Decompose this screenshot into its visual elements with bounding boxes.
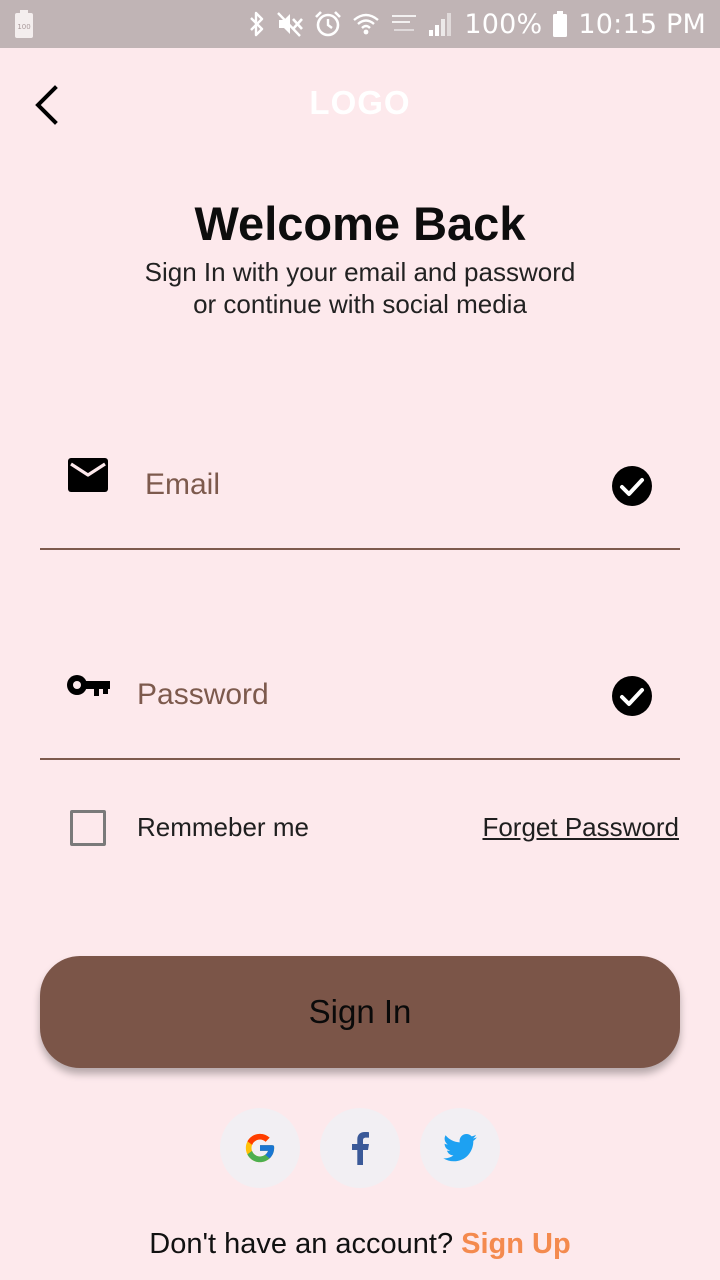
alarm-icon: [314, 10, 342, 38]
facebook-button[interactable]: [320, 1108, 400, 1188]
wifi-icon: [352, 10, 380, 38]
network-icon: [390, 10, 418, 38]
signal-icon: [428, 10, 454, 38]
check-circle-icon: [612, 466, 652, 506]
mute-icon: [276, 10, 304, 38]
status-time: 10:15 PM: [578, 8, 706, 40]
google-button[interactable]: [220, 1108, 300, 1188]
key-icon: [66, 672, 110, 698]
remember-me-checkbox[interactable]: [70, 810, 106, 846]
email-underline: [40, 548, 680, 550]
page-title: Welcome Back: [194, 197, 526, 250]
signup-prompt-text: Don't have an account?: [149, 1228, 454, 1260]
subtitle-line-2: or continue with social media: [193, 289, 527, 319]
battery-icon: [552, 10, 568, 38]
battery-small-icon: 100: [14, 10, 34, 38]
twitter-button[interactable]: [420, 1108, 500, 1188]
svg-text:100: 100: [17, 23, 30, 31]
sign-up-link[interactable]: Sign Up: [461, 1228, 571, 1260]
twitter-icon: [443, 1134, 477, 1162]
mail-icon: [68, 458, 108, 492]
subtitle-line-1: Sign In with your email and password: [144, 257, 576, 287]
battery-percentage: 100%: [464, 8, 543, 40]
sign-in-button[interactable]: Sign In: [40, 956, 680, 1068]
email-input[interactable]: [145, 460, 585, 510]
status-icons: 100% 10:15 PM: [248, 0, 706, 48]
page-subtitle: Sign In with your email and password or …: [0, 256, 720, 320]
logo: LOGO: [309, 84, 411, 121]
google-icon: [245, 1133, 275, 1163]
remember-me-label: Remmeber me: [137, 812, 309, 842]
check-circle-icon: [612, 676, 652, 716]
status-bar: 100 100% 10:15 PM: [0, 0, 720, 48]
bluetooth-icon: [248, 10, 266, 38]
forget-password-link[interactable]: Forget Password: [482, 812, 679, 843]
facebook-icon: [352, 1132, 369, 1165]
password-input[interactable]: [137, 670, 577, 720]
password-field-container: [40, 650, 680, 760]
email-field-container: [40, 440, 680, 550]
signup-prompt: Don't have an account? Sign Up: [0, 1228, 720, 1261]
password-underline: [40, 758, 680, 760]
